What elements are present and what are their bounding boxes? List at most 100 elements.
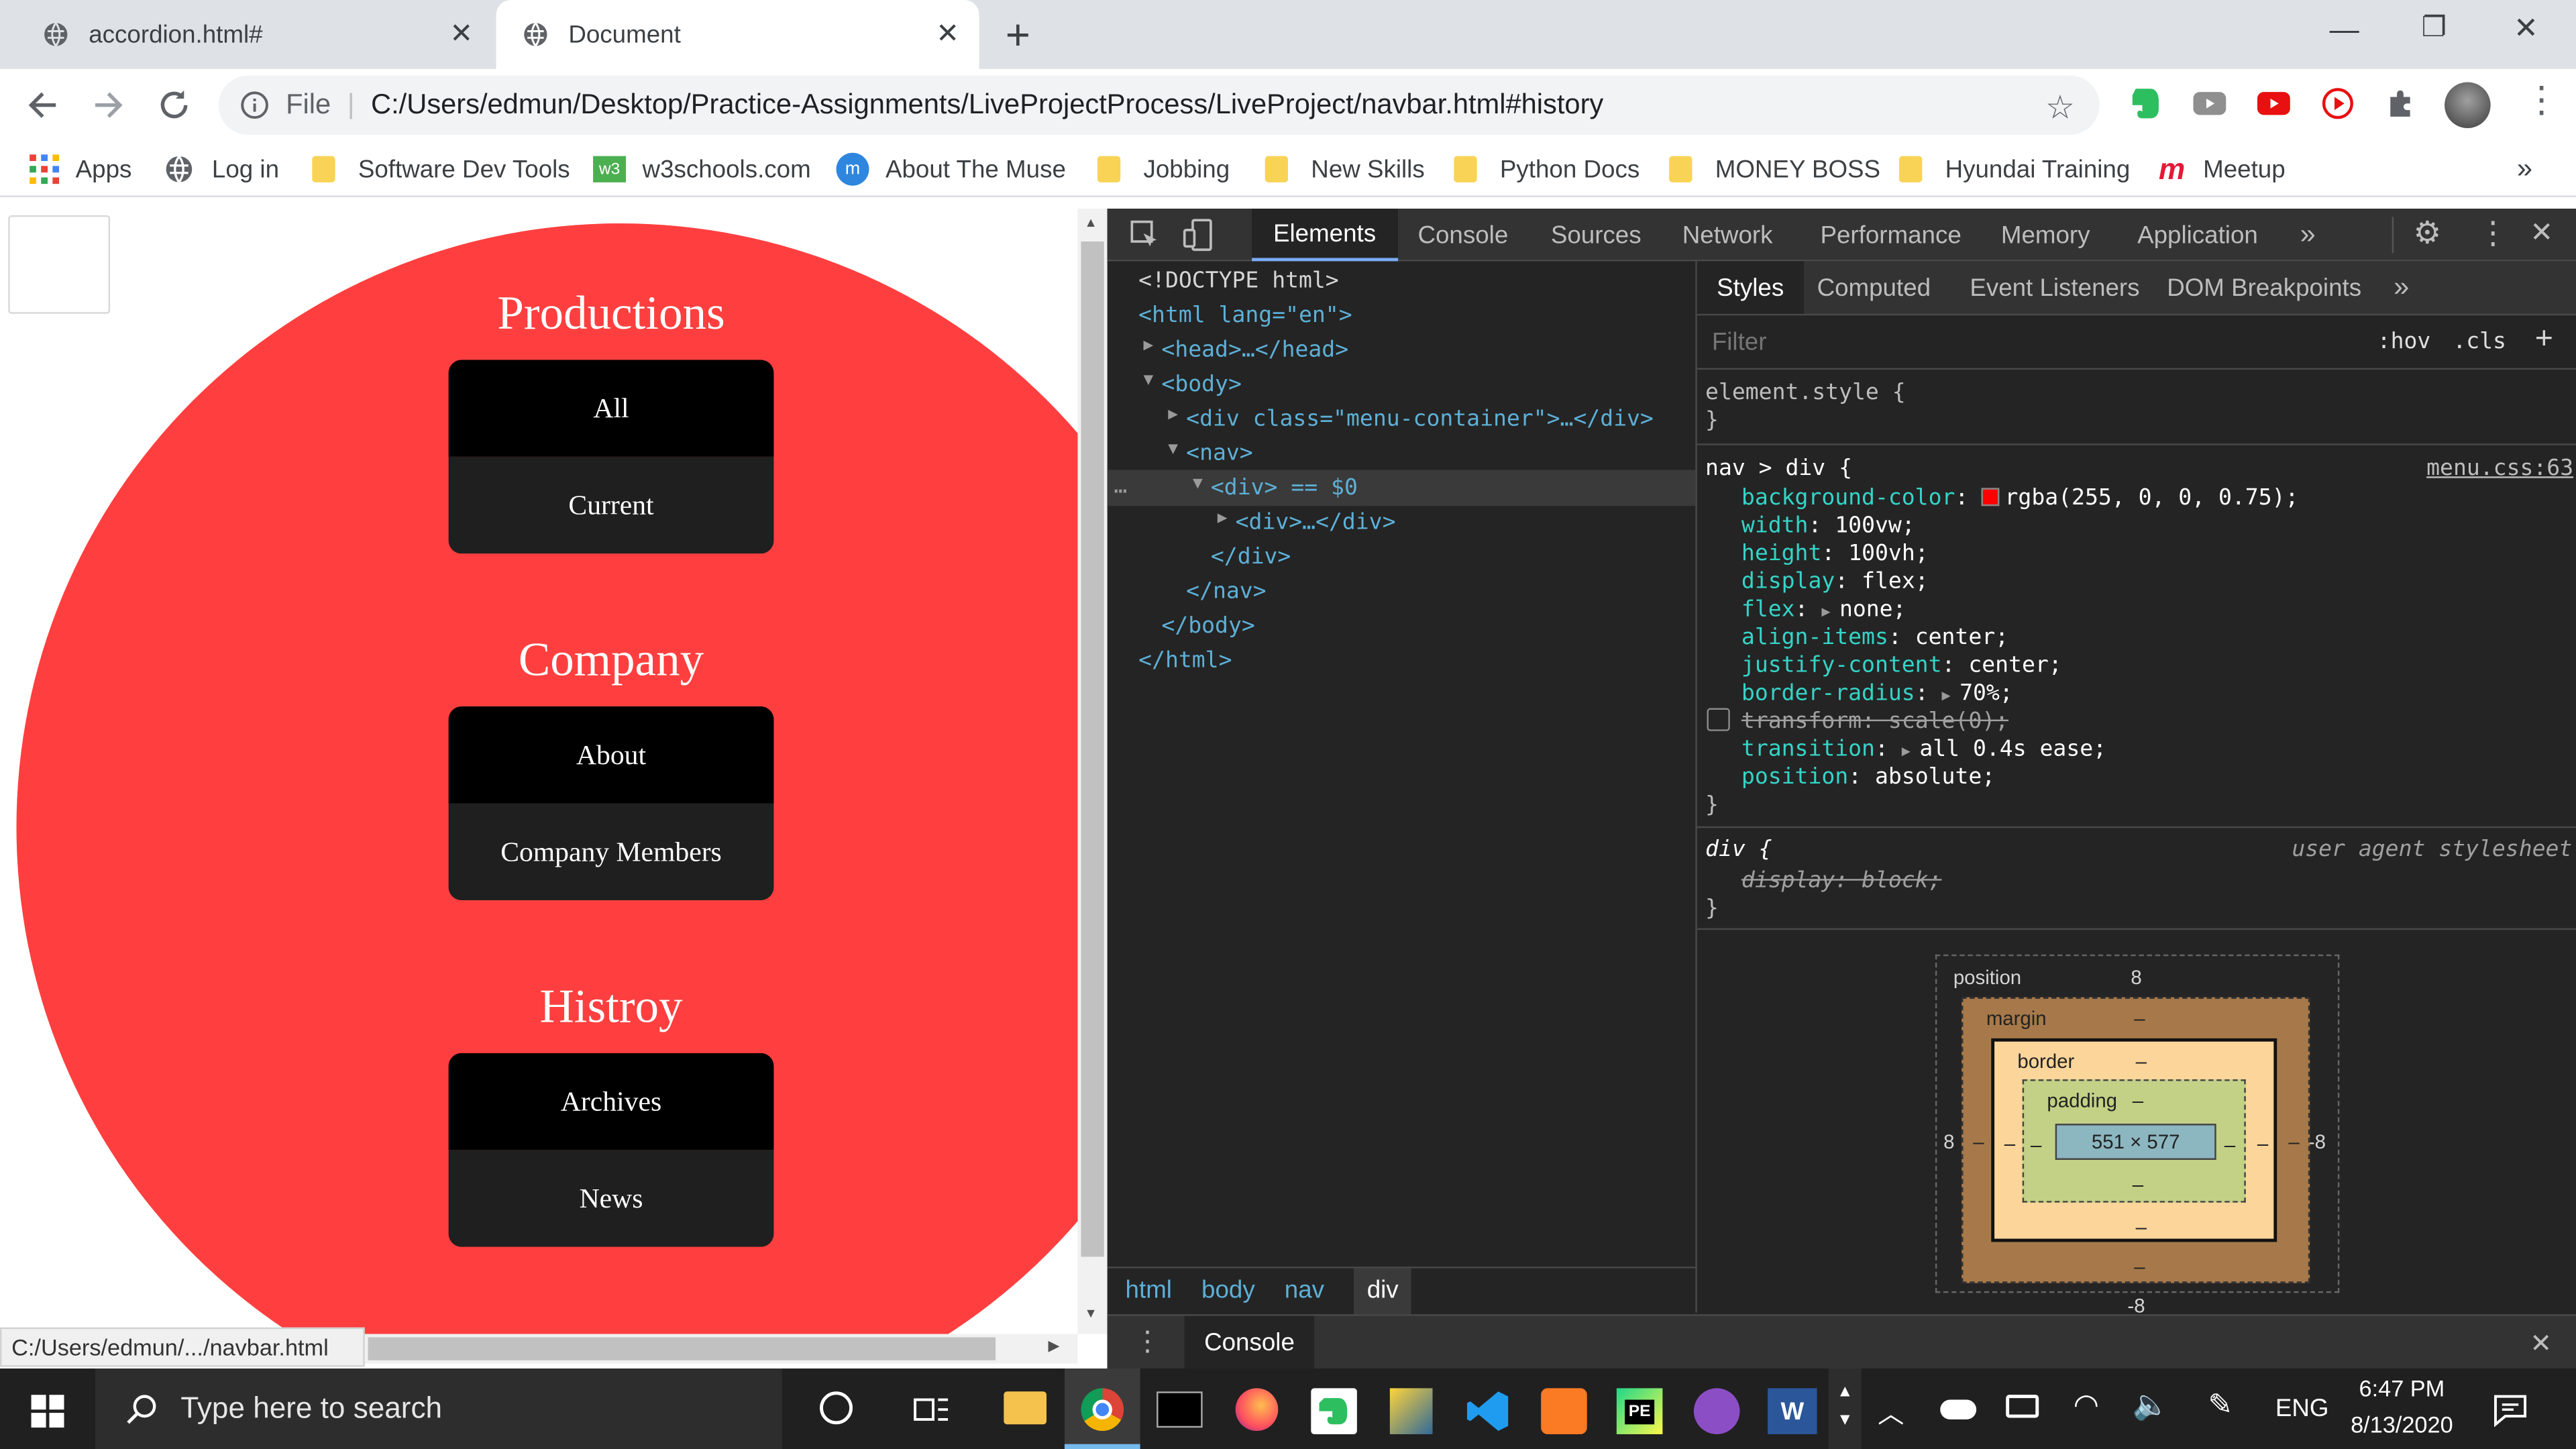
declaration-checkbox[interactable]: [1707, 708, 1730, 731]
menu-item-company-members[interactable]: Company Members: [448, 803, 774, 901]
profile-avatar[interactable]: [2445, 82, 2491, 129]
bookmark-w3schools[interactable]: w3 w3schools.com: [593, 142, 811, 197]
dom-node-selected[interactable]: <div> == $0: [1211, 475, 1358, 509]
dom-node[interactable]: </div>: [1211, 544, 1291, 578]
back-icon[interactable]: [26, 89, 59, 121]
css-declaration[interactable]: transition: ▶ all 0.4s ease;: [1741, 736, 2106, 762]
scroll-thumb[interactable]: [1081, 241, 1104, 1257]
css-declaration[interactable]: display: flex;: [1741, 568, 1929, 594]
breadcrumb-item[interactable]: html: [1126, 1277, 1172, 1305]
bookmark-python-docs[interactable]: Python Docs: [1454, 142, 1640, 197]
devtools-tab-sources[interactable]: Sources: [1551, 209, 1642, 261]
pycharm-icon[interactable]: PE: [1616, 1388, 1663, 1434]
dom-node[interactable]: <div class="menu-container">…</div>: [1186, 406, 1654, 440]
drawer-menu-icon[interactable]: ⋮: [1134, 1326, 1162, 1358]
python-icon[interactable]: [1389, 1388, 1433, 1434]
chrome-icon[interactable]: [1081, 1388, 1124, 1432]
language-indicator[interactable]: ENG: [2275, 1395, 2329, 1423]
forward-icon[interactable]: [92, 89, 125, 121]
bookmark-log-in[interactable]: Log in: [164, 142, 279, 197]
expand-triangle-icon[interactable]: ▶: [1218, 509, 1228, 543]
css-declaration[interactable]: width: 100vw;: [1741, 513, 1915, 539]
battery-icon[interactable]: [2006, 1395, 2039, 1418]
subtab-computed[interactable]: Computed: [1817, 261, 1931, 313]
ua-rule-selector[interactable]: div {: [1705, 837, 1772, 863]
pen-icon[interactable]: ✎: [2208, 1388, 2233, 1422]
expand-triangle-icon[interactable]: ▶: [1143, 337, 1153, 371]
expand-triangle-icon[interactable]: ▶: [1942, 688, 1960, 704]
bookmark-meetup[interactable]: m Meetup: [2159, 142, 2286, 197]
hov-toggle[interactable]: :hov: [2377, 329, 2431, 355]
bookmark-about-the-muse[interactable]: m About The Muse: [836, 142, 1066, 197]
add-rule-button[interactable]: +: [2535, 322, 2553, 358]
devtools-menu-icon[interactable]: ⋮: [2477, 215, 2509, 253]
styles-filter-input[interactable]: [1711, 327, 2353, 356]
taskbar-scroll-arrows[interactable]: ▲ ▼: [1828, 1368, 1862, 1449]
info-icon[interactable]: [240, 91, 270, 120]
evernote-extension-icon[interactable]: [2129, 85, 2162, 121]
notifications-icon[interactable]: [2492, 1391, 2528, 1428]
ua-declaration[interactable]: display: block;: [1741, 867, 1942, 894]
record-extension-icon[interactable]: [2321, 87, 2354, 120]
tab-close-icon[interactable]: ✕: [936, 18, 959, 51]
devtools-tab-application[interactable]: Application: [2137, 209, 2258, 261]
browser-tab-active[interactable]: Document ✕: [496, 0, 979, 69]
firefox-icon[interactable]: [1235, 1388, 1279, 1432]
collapse-triangle-icon[interactable]: ▼: [1193, 475, 1203, 509]
devtools-tab-network[interactable]: Network: [1682, 209, 1773, 261]
subtabs-overflow[interactable]: »: [2394, 261, 2409, 313]
close-window-button[interactable]: ✕: [2514, 11, 2538, 46]
devtools-tab-elements[interactable]: Elements: [1252, 209, 1397, 262]
xampp-icon[interactable]: [1541, 1388, 1587, 1434]
tab-close-icon[interactable]: ✕: [449, 18, 473, 51]
dom-node[interactable]: <div>…</div>: [1236, 509, 1396, 543]
vscode-icon[interactable]: [1465, 1388, 1511, 1434]
scroll-up-arrow-icon[interactable]: ▲: [1084, 215, 1097, 230]
drawer-tab-console[interactable]: Console: [1184, 1315, 1315, 1370]
star-icon[interactable]: ☆: [2045, 87, 2075, 128]
subtab-event-listeners[interactable]: Event Listeners: [1970, 261, 2139, 313]
inspect-element-icon[interactable]: [1130, 220, 1160, 250]
wifi-icon[interactable]: ◠: [2074, 1388, 2099, 1422]
more-actions-icon[interactable]: …: [1114, 473, 1127, 507]
drawer-close-icon[interactable]: ✕: [2530, 1328, 2552, 1360]
rule-selector[interactable]: nav > div {: [1705, 455, 1852, 481]
address-bar[interactable]: File | C:/Users/edmun/Desktop/Practice-A…: [218, 75, 2100, 135]
url-text[interactable]: C:/Users/edmun/Desktop/Practice-Assignme…: [371, 89, 1603, 121]
dom-node[interactable]: <html lang="en">: [1138, 303, 1352, 337]
css-declaration[interactable]: position: absolute;: [1741, 764, 1995, 790]
box-model-content[interactable]: 551 × 577: [2055, 1124, 2216, 1160]
expand-triangle-icon[interactable]: ▶: [1902, 744, 1920, 760]
css-declaration[interactable]: justify-content: center;: [1741, 652, 2062, 678]
css-declaration[interactable]: border-radius: ▶ 70%;: [1741, 680, 2013, 706]
subtab-styles[interactable]: Styles: [1697, 261, 1804, 314]
reload-icon[interactable]: [156, 87, 193, 123]
menu-item-archives[interactable]: Archives: [448, 1053, 774, 1150]
taskbar-search-box[interactable]: Type here to search: [95, 1368, 782, 1449]
breadcrumb-item[interactable]: body: [1201, 1277, 1255, 1305]
file-explorer-icon[interactable]: [1004, 1391, 1047, 1425]
devtools-close-icon[interactable]: ✕: [2530, 217, 2553, 250]
bookmarks-overflow-button[interactable]: »: [2517, 142, 2532, 197]
volume-icon[interactable]: 🔈: [2133, 1388, 2169, 1422]
show-hidden-icons-icon[interactable]: ︿: [1878, 1391, 1904, 1431]
breadcrumb-item[interactable]: nav: [1285, 1277, 1324, 1305]
expand-triangle-icon[interactable]: ▶: [1168, 406, 1178, 440]
scroll-down-arrow-icon[interactable]: ▼: [1084, 1306, 1097, 1321]
onedrive-cloud-icon[interactable]: [1940, 1399, 1977, 1419]
task-view-icon[interactable]: [914, 1393, 950, 1426]
clock-time[interactable]: 6:47 PM: [2349, 1375, 2455, 1401]
devtools-tab-performance[interactable]: Performance: [1820, 209, 1961, 261]
breadcrumb-item-active[interactable]: div: [1354, 1267, 1412, 1313]
css-declaration[interactable]: align-items: center;: [1741, 625, 2008, 651]
menu-item-about[interactable]: About: [448, 706, 774, 804]
scroll-right-arrow-icon[interactable]: ▶: [1048, 1337, 1059, 1355]
maximize-button[interactable]: ❐: [2422, 11, 2447, 44]
scroll-thumb[interactable]: [368, 1337, 996, 1360]
minimize-button[interactable]: —: [2330, 13, 2359, 48]
menu-toggle-box[interactable]: [8, 215, 111, 314]
subtab-dom-breakpoints[interactable]: DOM Breakpoints: [2167, 261, 2361, 313]
clock-date[interactable]: 8/13/2020: [2343, 1411, 2461, 1438]
extensions-puzzle-icon[interactable]: [2385, 87, 2418, 120]
youtube-gray-extension-icon[interactable]: [2193, 91, 2226, 117]
